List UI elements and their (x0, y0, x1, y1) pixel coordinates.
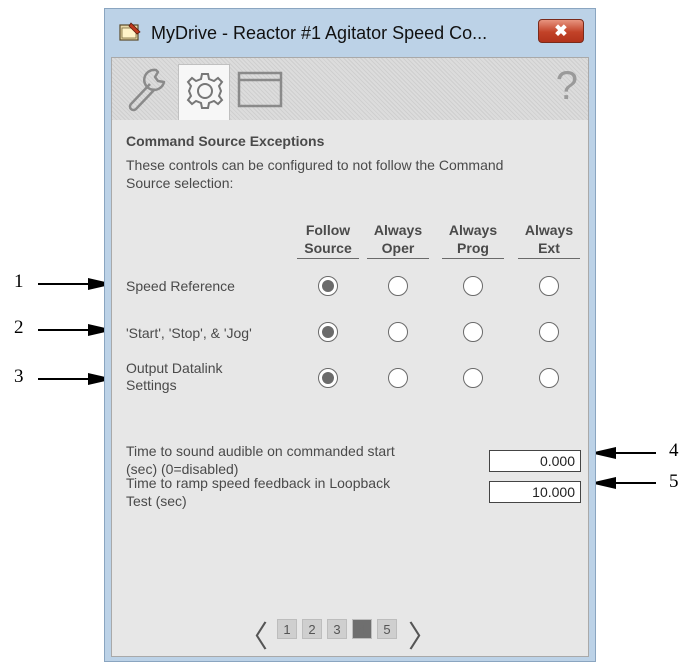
callout-number: 5 (669, 471, 679, 492)
callout-number: 3 (14, 366, 24, 387)
page-1-button[interactable]: 1 (277, 619, 297, 639)
callout-number: 2 (14, 317, 24, 338)
audible-start-time-input[interactable]: 0.000 (489, 450, 581, 472)
callout-number: 4 (669, 440, 679, 461)
audible-start-time-label: Time to sound audible on commanded start… (126, 443, 395, 477)
page-3-button[interactable]: 3 (327, 619, 347, 639)
start-stop-jog-always-prog-radio[interactable] (463, 322, 483, 342)
row-label-speed-reference: Speed Reference (126, 278, 235, 294)
section-title: Command Source Exceptions (126, 133, 325, 149)
help-icon[interactable]: ? (556, 64, 578, 109)
next-page-arrow[interactable]: 〉 (408, 612, 438, 656)
faceplate-window: MyDrive - Reactor #1 Agitator Speed Co..… (104, 8, 596, 662)
configuration-tab[interactable] (178, 64, 230, 120)
wrench-icon (128, 68, 166, 112)
output-datalink-always-prog-radio[interactable] (463, 368, 483, 388)
faceplate-tab[interactable] (234, 64, 286, 114)
row-label-start-stop-jog: 'Start', 'Stop', & 'Jog' (126, 325, 252, 341)
output-datalink-always-ext-radio[interactable] (539, 368, 559, 388)
start-stop-jog-follow-source-radio[interactable] (318, 322, 338, 342)
faceplate-toolbar: ? (112, 58, 588, 120)
section-description: These controls can be configured to not … (126, 157, 504, 191)
app-icon (119, 22, 141, 41)
page-5-button[interactable]: 5 (377, 619, 397, 639)
maintenance-tab[interactable] (122, 64, 174, 114)
start-stop-jog-always-oper-radio[interactable] (388, 322, 408, 342)
output-datalink-follow-source-radio[interactable] (318, 368, 338, 388)
row-label-output-datalink-settings: Output Datalink Settings (126, 360, 223, 393)
gear-icon (186, 73, 224, 109)
faceplate-panel: ? Command Source Exceptions These contro… (111, 57, 589, 657)
speed-reference-follow-source-radio[interactable] (318, 276, 338, 296)
page-navigator: 〈 1 2 3 4 5 〉 (112, 614, 588, 654)
callout-arrow (590, 447, 656, 459)
column-header-always-oper: Always Oper (367, 221, 429, 259)
column-header-always-ext: Always Ext (518, 221, 580, 259)
page-4-button[interactable]: 4 (352, 619, 372, 639)
callout-arrow (590, 477, 656, 489)
speed-reference-always-oper-radio[interactable] (388, 276, 408, 296)
column-header-always-prog: Always Prog (442, 221, 504, 259)
title-bar[interactable]: MyDrive - Reactor #1 Agitator Speed Co..… (105, 9, 595, 57)
loopback-ramp-time-input[interactable]: 10.000 (489, 481, 581, 503)
start-stop-jog-always-ext-radio[interactable] (539, 322, 559, 342)
page-2-button[interactable]: 2 (302, 619, 322, 639)
speed-reference-always-prog-radio[interactable] (463, 276, 483, 296)
speed-reference-always-ext-radio[interactable] (539, 276, 559, 296)
output-datalink-always-oper-radio[interactable] (388, 368, 408, 388)
column-header-follow-source: Follow Source (297, 221, 359, 259)
callout-number: 1 (14, 271, 24, 292)
previous-page-arrow[interactable]: 〈 (238, 612, 268, 656)
loopback-ramp-time-label: Time to ramp speed feedback in Loopback T… (126, 475, 391, 509)
window-title: MyDrive - Reactor #1 Agitator Speed Co..… (151, 23, 488, 43)
window-icon (237, 71, 283, 108)
close-button[interactable]: ✖ (538, 19, 584, 43)
